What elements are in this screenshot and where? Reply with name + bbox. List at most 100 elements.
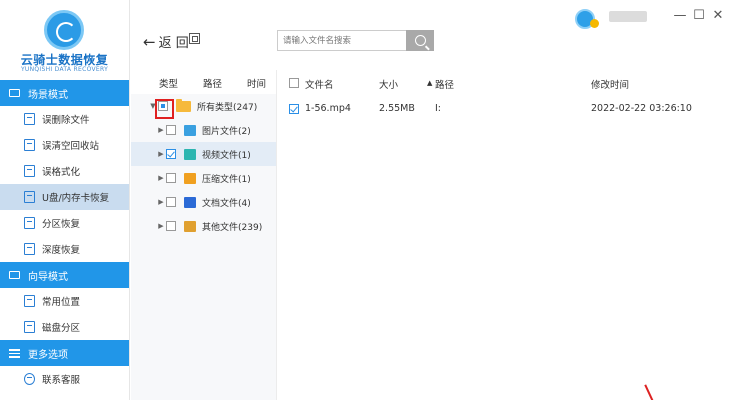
folder-icon	[176, 98, 191, 112]
checkbox[interactable]	[166, 197, 176, 207]
sidebar-item-deep-recovery[interactable]: 深度恢复	[0, 236, 129, 262]
disk-icon	[24, 321, 35, 333]
tree-item-images[interactable]: ▶ 图片文件(2)	[131, 118, 276, 142]
tree-item-videos[interactable]: ▶ 视频文件(1)	[131, 142, 276, 166]
column-name[interactable]: 文件名	[305, 77, 334, 91]
sidebar-item-label: 磁盘分区	[42, 323, 81, 334]
sidebar-item-label: U盘/内存卡恢复	[42, 193, 110, 204]
sidebar-item-label: 联系客服	[42, 375, 81, 386]
arrow-left-icon: ←	[143, 32, 156, 51]
partition-icon	[24, 217, 35, 229]
other-files-icon	[184, 220, 196, 232]
app-subtitle: YUNQISHI DATA RECOVERY	[20, 66, 109, 73]
section-more-options[interactable]: 更多选项	[0, 340, 129, 366]
tab-type[interactable]: 类型	[159, 76, 178, 90]
sidebar-item-label: 误清空回收站	[42, 141, 100, 152]
sidebar-item-disk-partition[interactable]: 磁盘分区	[0, 314, 129, 340]
flag-icon	[8, 270, 20, 280]
sidebar-item-label: 常用位置	[42, 297, 81, 308]
recycle-bin-icon	[24, 139, 35, 151]
sidebar-item-customer-service[interactable]: 联系客服	[0, 366, 129, 392]
vip-badge-icon	[590, 19, 599, 28]
tree-item-other[interactable]: ▶ 其他文件(239)	[131, 214, 276, 238]
minimize-button[interactable]: —	[672, 7, 688, 23]
sidebar-item-deleted-files[interactable]: 误删除文件	[0, 106, 129, 132]
file-size: 2.55MB	[379, 103, 415, 114]
tree-item-label: 文档文件(4)	[202, 198, 251, 209]
file-delete-icon	[24, 113, 35, 125]
tree-item-all[interactable]: ▼ 所有类型(247)	[131, 94, 276, 118]
location-icon	[24, 295, 35, 307]
sidebar-item-recycle-bin[interactable]: 误清空回收站	[0, 132, 129, 158]
section-wizard-mode[interactable]: 向导模式	[0, 262, 129, 288]
tree-header: 类型 路径 时间	[131, 72, 276, 94]
select-all-checkbox[interactable]	[289, 78, 299, 88]
search-input[interactable]	[277, 30, 406, 51]
search-icon	[414, 35, 426, 46]
file-list-header: 文件名 大小 ▲ 路径 修改时间	[277, 72, 734, 94]
tree-item-documents[interactable]: ▶ 文档文件(4)	[131, 190, 276, 214]
caret-right-icon[interactable]: ▶	[156, 126, 166, 134]
sidebar-item-label: 误格式化	[42, 167, 81, 178]
back-label: 返 回	[158, 36, 189, 51]
tree-item-label: 所有类型(247)	[197, 102, 258, 113]
usb-drive-icon	[24, 191, 35, 203]
restore-window-icon[interactable]	[189, 33, 200, 44]
archive-icon	[184, 172, 196, 184]
deep-scan-icon	[24, 243, 35, 255]
checkbox[interactable]	[166, 149, 176, 159]
caret-right-icon[interactable]: ▶	[156, 222, 166, 230]
caret-right-icon[interactable]: ▶	[156, 198, 166, 206]
file-name: 1-56.mp4	[305, 103, 351, 114]
tree-item-label: 视频文件(1)	[202, 150, 251, 161]
checkbox[interactable]	[166, 221, 176, 231]
tree-item-label: 图片文件(2)	[202, 126, 251, 137]
headset-icon	[24, 373, 35, 385]
sidebar-item-common-locations[interactable]: 常用位置	[0, 288, 129, 314]
file-modified: 2022-02-22 03:26:10	[591, 103, 692, 114]
sidebar: 云骑士数据恢复 YUNQISHI DATA RECOVERY 场景模式 误删除文…	[0, 0, 130, 400]
sidebar-item-label: 深度恢复	[42, 245, 81, 256]
column-size[interactable]: 大小	[379, 77, 398, 91]
sort-asc-icon[interactable]: ▲	[427, 79, 432, 87]
sidebar-item-partition[interactable]: 分区恢复	[0, 210, 129, 236]
sidebar-item-label: 误删除文件	[42, 115, 90, 126]
tree-item-label: 其他文件(239)	[202, 222, 263, 233]
tree-item-archives[interactable]: ▶ 压缩文件(1)	[131, 166, 276, 190]
row-checkbox[interactable]	[289, 104, 299, 114]
category-tree: ▼ 所有类型(247) ▶ 图片文件(2) ▶ 视频文件(1) ▶ 压缩文件(1…	[131, 94, 276, 400]
tab-path[interactable]: 路径	[203, 76, 222, 90]
video-icon	[184, 148, 196, 160]
sidebar-item-label: 分区恢复	[42, 219, 81, 230]
tab-time[interactable]: 时间	[247, 76, 266, 90]
section-label: 向导模式	[28, 271, 68, 283]
logo-icon	[44, 10, 84, 50]
search-button[interactable]	[406, 30, 434, 51]
caret-right-icon[interactable]: ▶	[156, 174, 166, 182]
app-logo: 云骑士数据恢复 YUNQISHI DATA RECOVERY	[0, 0, 129, 80]
file-path: I:	[435, 103, 442, 114]
section-label: 更多选项	[28, 349, 68, 361]
main-panel: ← 返 回 — ☐ ✕ 类型 路径 时间 ▼ 所有类型(247) ▶ 图片文件(…	[131, 0, 734, 400]
maximize-button[interactable]: ☐	[691, 7, 707, 23]
sidebar-item-usb-card[interactable]: U盘/内存卡恢复	[0, 184, 129, 210]
sidebar-item-format[interactable]: 误格式化	[0, 158, 129, 184]
close-button[interactable]: ✕	[710, 7, 726, 23]
image-icon	[184, 124, 196, 136]
menu-icon	[8, 348, 20, 358]
word-icon	[184, 196, 196, 208]
caret-right-icon[interactable]: ▶	[156, 150, 166, 158]
column-path[interactable]: 路径	[435, 77, 454, 91]
table-row[interactable]: 1-56.mp4 2.55MB I: 2022-02-22 03:26:10	[277, 96, 734, 122]
checkbox[interactable]	[166, 173, 176, 183]
section-label: 场景模式	[28, 89, 68, 101]
format-icon	[24, 165, 35, 177]
checkbox[interactable]	[166, 125, 176, 135]
section-scene-mode[interactable]: 场景模式	[0, 80, 129, 106]
user-name-redacted[interactable]	[609, 11, 647, 22]
column-modified[interactable]: 修改时间	[591, 77, 629, 91]
highlight-box	[155, 99, 174, 119]
monitor-icon	[8, 88, 20, 98]
tree-item-label: 压缩文件(1)	[202, 174, 251, 185]
back-button[interactable]: ← 返 回	[143, 32, 189, 52]
